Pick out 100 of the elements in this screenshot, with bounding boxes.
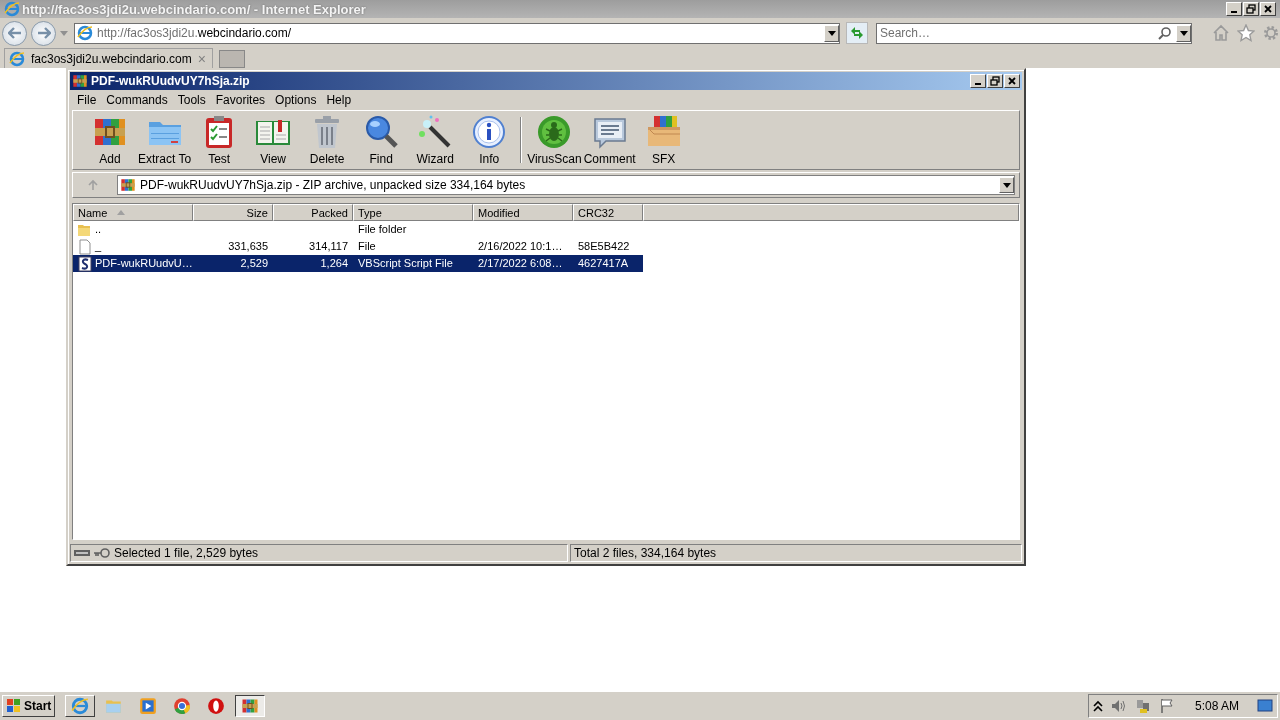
taskbar-app-button[interactable]	[235, 695, 266, 717]
status-text: Total 2 files, 334,164 bytes	[574, 546, 717, 560]
url-text: http://fac3os3jdi2u.webcindario.com/	[97, 26, 293, 40]
column-header[interactable]: Modified	[473, 204, 573, 221]
star-icon	[1237, 24, 1255, 42]
refresh-icon	[849, 25, 865, 41]
back-button[interactable]	[2, 20, 27, 46]
caret-icon	[827, 30, 836, 36]
menu-item[interactable]: Help	[321, 93, 357, 107]
forward-button[interactable]	[31, 20, 56, 46]
menu-item[interactable]: Tools	[172, 93, 211, 107]
toolbar-button[interactable]: Wizard	[408, 114, 463, 166]
chevron-icon[interactable]	[1092, 700, 1103, 712]
search-icon	[363, 114, 400, 150]
table-cell-text: _	[95, 239, 102, 254]
search-icon	[1158, 26, 1172, 40]
table-cell-text: 2,529	[239, 256, 269, 271]
table-cell-text: PDF-wukRUudvU…	[95, 256, 193, 271]
archive-icon	[72, 73, 88, 89]
table-cell-text: 2/17/2022 6:08…	[477, 256, 564, 271]
minimize-icon	[975, 83, 981, 85]
toolbar-button[interactable]: SFX	[636, 114, 691, 166]
history-caret-icon	[60, 30, 68, 36]
column-header[interactable]: Packed	[273, 204, 353, 221]
table-cell-text: 2/16/2022 10:1…	[477, 239, 564, 254]
toolbar-button[interactable]: Info	[462, 114, 517, 166]
menu-item[interactable]: Favorites	[210, 93, 271, 107]
restore-icon	[1245, 3, 1257, 15]
close-icon	[1262, 3, 1274, 15]
table-cell-text: 331,635	[227, 239, 269, 254]
caret-icon	[1002, 182, 1011, 188]
drive-icon	[74, 549, 90, 557]
restore-button[interactable]	[1243, 2, 1259, 16]
forward-arrow-icon	[36, 27, 51, 39]
bug-icon	[536, 114, 573, 150]
table-cell-text: 58E5B422	[577, 239, 631, 254]
toolbar-button[interactable]: VirusScan	[526, 114, 583, 166]
info-icon	[471, 114, 508, 150]
toolbar-button[interactable]: Test	[192, 114, 247, 166]
clock-text[interactable]: 5:08 AM	[1194, 699, 1239, 713]
toolbar-button[interactable]: Delete	[300, 114, 355, 166]
status-text: Selected 1 file, 2,529 bytes	[114, 546, 259, 560]
list-row[interactable]: PDF-wukRUudvU… 2,529 1,264 VBScript Script File 2/17/2022 6:08… 4627417A	[73, 255, 643, 272]
dropdown-button[interactable]	[824, 24, 839, 42]
minimize-button[interactable]	[1226, 2, 1242, 16]
table-cell-text: File	[357, 239, 377, 254]
close-button[interactable]	[1004, 74, 1020, 88]
path-text: PDF-wukRUudvUY7hSja.zip - ZIP archive, unpacked size 334,164 bytes	[140, 178, 527, 192]
toolbar-button[interactable]: Extract To	[137, 114, 193, 166]
caret-icon	[1179, 30, 1188, 36]
path-field[interactable]: PDF-wukRUudvUY7hSja.zip - ZIP archive, unpacked size 334,164 bytes	[117, 175, 1015, 195]
chrome-icon	[173, 697, 192, 715]
list-row[interactable]: .. File folder	[73, 221, 643, 238]
browser-tab[interactable]: fac3os3jdi2u.webcindario.com ×	[4, 48, 213, 68]
refresh-button[interactable]	[846, 22, 868, 44]
table-cell-text: ..	[95, 222, 102, 237]
browser-icon	[71, 697, 90, 715]
dropdown-button[interactable]	[1176, 24, 1191, 42]
media-player-icon	[139, 697, 158, 715]
close-button[interactable]	[1260, 2, 1276, 16]
windows-logo-icon	[6, 698, 22, 714]
search-field[interactable]: Search…	[876, 22, 1192, 44]
column-header[interactable]: Size	[193, 204, 273, 221]
network-icon[interactable]	[1134, 698, 1151, 714]
menu-item[interactable]: File	[72, 93, 102, 107]
menu-item[interactable]: Options	[270, 93, 322, 107]
column-header[interactable]: CRC32	[573, 204, 643, 221]
toolbar-button[interactable]: Add	[83, 114, 137, 166]
minimize-icon	[1231, 11, 1237, 13]
table-cell-text: 314,117	[308, 239, 349, 254]
toolbar-button[interactable]: Find	[354, 114, 409, 166]
browser-logo-icon	[4, 1, 20, 17]
list-row[interactable]: _ 331,635 314,117 File 2/16/2022 10:1… 58E5B422	[73, 238, 643, 255]
column-header[interactable]: Type	[353, 204, 473, 221]
minimize-button[interactable]	[970, 74, 986, 88]
toolbar-button[interactable]: Comment	[582, 114, 637, 166]
key-icon	[94, 548, 110, 558]
dropdown-button[interactable]	[999, 177, 1014, 193]
show-desktop-icon[interactable]	[1257, 699, 1273, 713]
start-button[interactable]: Start	[2, 695, 56, 717]
table-cell-text: VBScript Script File	[357, 256, 454, 271]
menu-item[interactable]: Commands	[101, 93, 173, 107]
window-title: PDF-wukRUudvUY7hSja.zip	[91, 74, 251, 88]
speaker-icon[interactable]	[1110, 698, 1127, 714]
table-cell-text: File folder	[357, 222, 408, 237]
opera-icon	[207, 697, 226, 715]
column-header[interactable]: Name	[73, 204, 193, 221]
folder-icon	[105, 697, 124, 715]
restore-icon	[989, 75, 1001, 87]
address-field[interactable]: http://fac3os3jdi2u.webcindario.com/	[74, 22, 840, 44]
page-icon	[9, 50, 25, 67]
table-cell-text: 4627417A	[577, 256, 630, 271]
table-cell-text: 1,264	[319, 256, 349, 271]
restore-button[interactable]	[987, 74, 1003, 88]
up-arrow-icon	[87, 179, 99, 191]
flag-icon[interactable]	[1158, 698, 1175, 714]
toolbar-button[interactable]: View	[246, 114, 301, 166]
back-arrow-icon	[7, 27, 22, 39]
archive-icon	[241, 697, 260, 715]
tab-title: fac3os3jdi2u.webcindario.com	[31, 51, 192, 66]
